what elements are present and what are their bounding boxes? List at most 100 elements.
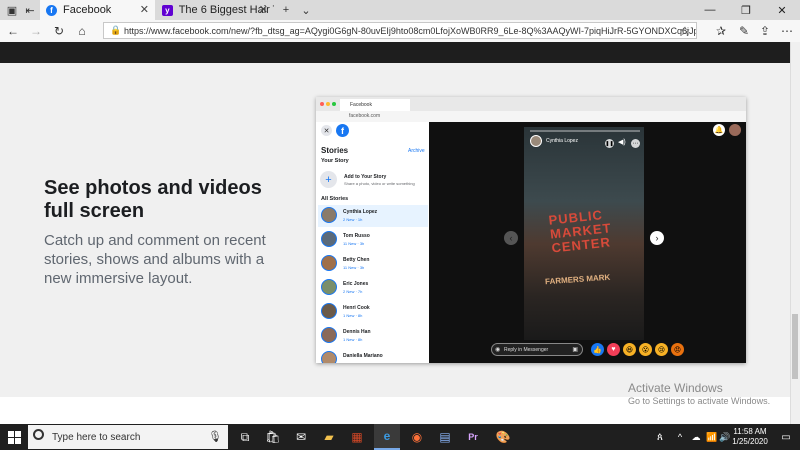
search-placeholder: Type here to search xyxy=(52,431,141,443)
tab-facebook[interactable]: f Facebook ✕ xyxy=(40,0,155,20)
set-aside-tabs-icon[interactable]: ⇤ xyxy=(20,0,40,20)
like-icon: 👍 xyxy=(591,343,604,356)
mockup-tab-title: Facebook xyxy=(350,102,372,108)
avatar xyxy=(321,279,337,295)
tab-actions-icon[interactable]: ▣ xyxy=(2,0,22,20)
office-icon[interactable]: ▦ xyxy=(344,424,370,450)
url-text: https://www.facebook.com/new/?fb_dtsg_ag… xyxy=(124,25,696,36)
taskbar-clock[interactable]: 11:58 AM 1/25/2020 xyxy=(728,427,772,447)
more-icon: ⋯ xyxy=(631,139,640,148)
file-explorer-icon[interactable]: ▰ xyxy=(316,424,342,450)
people-icon[interactable]: ጰ xyxy=(650,424,670,450)
clock-date: 1/25/2020 xyxy=(732,437,768,446)
windows-logo-icon xyxy=(7,430,21,444)
add-story-title: Add to Your Story xyxy=(344,174,387,180)
notes-icon[interactable]: ✎ xyxy=(735,21,753,41)
notifications-bell-icon: 🔔 xyxy=(713,124,725,136)
avatar xyxy=(321,303,337,319)
home-icon[interactable]: ⌂ xyxy=(73,21,91,41)
mockup-zoom-dot xyxy=(332,102,336,106)
previous-arrow-icon: ‹ xyxy=(504,231,518,245)
stories-title: Stories xyxy=(321,146,349,155)
page-headline: See photos and videos full screen xyxy=(44,177,262,222)
edge-browser-icon[interactable]: e xyxy=(374,424,400,450)
address-bar[interactable]: 🔒 https://www.facebook.com/new/?fb_dtsg_… xyxy=(103,22,697,39)
close-tab-icon[interactable]: ✕ xyxy=(140,3,149,16)
facebook-icon: f xyxy=(46,4,57,16)
story-meta: 1 New · 8h xyxy=(343,313,363,318)
story-item: Cynthia Lopez 2 New · 1h xyxy=(318,205,428,227)
onedrive-cloud-icon[interactable]: ☁ xyxy=(688,424,704,450)
restore-icon[interactable]: ❐ xyxy=(728,0,764,20)
story-name: Henri Cook xyxy=(343,305,370,311)
avatar xyxy=(530,135,542,147)
love-icon: ♥ xyxy=(607,343,620,356)
more-menu-icon[interactable]: ⋯ xyxy=(778,21,796,41)
story-meta: 2 New · 1h xyxy=(343,217,363,222)
add-story-plus-icon: + xyxy=(320,171,337,188)
mockup-minimize-dot xyxy=(326,102,330,106)
taskbar-search-input[interactable]: Type here to search 🎙 xyxy=(28,425,228,449)
story-name: Cynthia Lopez xyxy=(343,209,378,215)
story-item: Henri Cook 1 New · 8h xyxy=(318,301,428,323)
mockup-tab: Facebook xyxy=(340,99,410,111)
story-meta: 11 New · 3h xyxy=(343,265,365,270)
story-progress-bar xyxy=(530,130,640,132)
story-name: Eric Jones xyxy=(343,281,369,287)
share-icon[interactable]: ⇪ xyxy=(756,21,774,41)
avatar xyxy=(321,327,337,343)
action-center-icon[interactable]: ▭ xyxy=(774,424,798,450)
favorites-bar-icon[interactable]: ✰ xyxy=(712,21,730,41)
mockup-close-icon: ✕ xyxy=(321,125,332,136)
all-stories-label: All Stories xyxy=(321,196,349,202)
mockup-url: facebook.com xyxy=(349,113,381,119)
avatar xyxy=(321,207,337,223)
microphone-icon[interactable]: 🎙 xyxy=(208,430,222,443)
avatar xyxy=(321,231,337,247)
document-app-icon[interactable]: ▤ xyxy=(432,424,458,450)
story-name: Betty Chen xyxy=(343,257,370,263)
start-button[interactable] xyxy=(0,424,28,450)
tab-hair-trends[interactable]: y The 6 Biggest Hair Trends fc ✕ xyxy=(156,0,274,20)
new-tab-button[interactable]: + xyxy=(276,0,296,20)
microsoft-store-icon[interactable]: 🛍 xyxy=(260,424,286,450)
next-arrow-icon: › xyxy=(650,231,664,245)
task-view-icon[interactable]: ⧉ xyxy=(232,424,258,450)
haha-icon: 😆 xyxy=(623,343,636,356)
mail-icon[interactable]: ✉ xyxy=(288,424,314,450)
avatar xyxy=(321,255,337,271)
firefox-icon[interactable]: ◉ xyxy=(404,424,430,450)
avatar xyxy=(321,351,337,363)
close-tab-icon[interactable]: ✕ xyxy=(259,3,268,16)
show-hidden-icons-chevron-icon[interactable]: ^ xyxy=(672,424,688,450)
story-item: Betty Chen 11 New · 3h xyxy=(318,253,428,275)
mockup-close-dot xyxy=(320,102,324,106)
minimize-icon[interactable]: — xyxy=(692,0,728,20)
sound-icon: ◀) xyxy=(618,139,626,146)
facebook-logo-icon: f xyxy=(336,124,349,137)
close-window-icon[interactable]: ✕ xyxy=(764,0,800,20)
story-item: Dennis Han 1 New · 8h xyxy=(318,325,428,347)
story-meta: 11 New · 3h xyxy=(343,241,365,246)
story-item: Daniella Mariano xyxy=(318,349,428,363)
pause-icon: ❚❚ xyxy=(605,139,614,148)
lock-icon: 🔒 xyxy=(110,25,122,35)
activate-windows-subtitle: Go to Settings to activate Windows. xyxy=(628,396,771,406)
forward-icon[interactable]: → xyxy=(27,21,45,41)
add-story-subtitle: Share a photo, video or write something xyxy=(344,181,415,186)
back-icon[interactable]: ← xyxy=(4,21,22,41)
activate-windows-title: Activate Windows xyxy=(628,381,723,395)
tab-list-chevron-icon[interactable]: ⌄ xyxy=(296,0,316,20)
angry-icon: 😠 xyxy=(671,343,684,356)
scrollbar-thumb[interactable] xyxy=(792,314,798,379)
story-meta: 2 New · 7h xyxy=(343,289,363,294)
clock-time: 11:58 AM xyxy=(733,427,767,436)
premiere-pro-icon[interactable]: Pr xyxy=(460,424,486,450)
page-top-band xyxy=(0,42,800,63)
wow-icon: 😮 xyxy=(639,343,652,356)
search-icon xyxy=(33,429,44,440)
favorite-star-icon[interactable]: ☆ xyxy=(676,21,694,41)
paint-icon[interactable]: 🎨 xyxy=(490,424,516,450)
camera-icon: ◉ xyxy=(495,347,501,353)
refresh-icon[interactable]: ↻ xyxy=(50,21,68,41)
